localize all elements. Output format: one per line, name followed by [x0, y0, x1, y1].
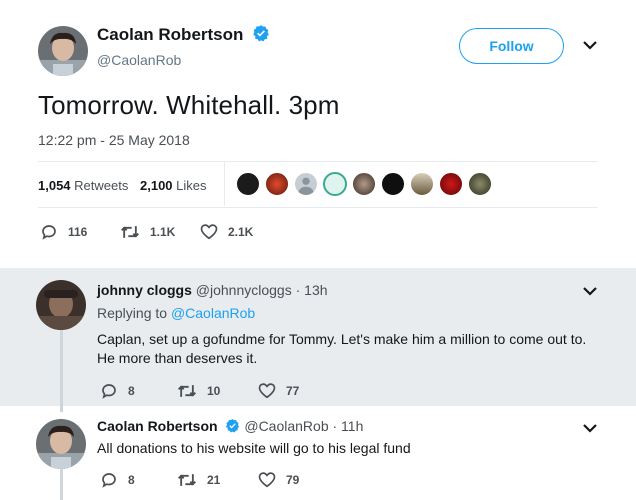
chevron-down-icon[interactable] [582, 286, 598, 296]
reply-avatar[interactable] [36, 280, 86, 330]
retweet-stat[interactable]: 1,054 Retweets [38, 178, 136, 193]
tweet-text: Tomorrow. Whitehall. 3pm [38, 90, 340, 120]
retweet-icon [121, 226, 139, 238]
reply-avatar[interactable] [36, 419, 86, 469]
thread-line [60, 330, 63, 412]
liker-avatar[interactable] [294, 172, 318, 196]
heart-icon [258, 472, 276, 488]
heart-icon [258, 383, 276, 399]
author-avatar[interactable] [38, 26, 88, 76]
reply-text: Caplan, set up a gofundme for Tommy. Let… [97, 331, 587, 347]
liker-avatar[interactable] [468, 172, 492, 196]
replying-to: Replying to @CaolanRob [97, 305, 256, 321]
like-action[interactable]: 2.1K [200, 223, 253, 240]
reply-icon [42, 225, 56, 240]
divider [38, 207, 598, 208]
reply-action[interactable]: 8 [100, 471, 135, 489]
reply-text: He more than deserves it. [97, 350, 258, 366]
verified-badge-icon [226, 418, 240, 433]
retweet-action[interactable]: 1.1K [120, 223, 175, 241]
verified-badge-icon [253, 25, 269, 42]
reply-icon [102, 384, 116, 399]
liker-avatar[interactable] [352, 172, 376, 196]
author-name[interactable]: Caolan Robertson [97, 24, 270, 45]
heart-icon [200, 224, 218, 240]
liker-avatar[interactable] [381, 172, 405, 196]
like-stat[interactable]: 2,100 Likes [140, 178, 215, 193]
liker-avatar[interactable] [323, 172, 347, 196]
reply-text: All donations to his website will go to … [97, 440, 411, 456]
reply-author[interactable]: johnny cloggs @johnnycloggs · 13h [97, 282, 328, 298]
liker-avatar[interactable] [439, 172, 463, 196]
chevron-down-icon[interactable] [582, 423, 598, 433]
divider [224, 162, 225, 206]
like-action[interactable]: 77 [258, 382, 299, 399]
thread-line [60, 464, 63, 500]
reply-action[interactable]: 8 [100, 382, 135, 400]
like-action[interactable]: 79 [258, 471, 299, 488]
retweet-action[interactable]: 21 [177, 471, 220, 489]
liker-avatar[interactable] [410, 172, 434, 196]
liker-avatar[interactable] [265, 172, 289, 196]
divider [38, 161, 598, 162]
retweet-icon [178, 474, 196, 486]
reply-action[interactable]: 116 [40, 223, 87, 241]
author-handle[interactable]: @CaolanRob [97, 52, 181, 68]
liker-avatar[interactable] [236, 172, 260, 196]
tweet-timestamp[interactable]: 12:22 pm - 25 May 2018 [38, 132, 190, 148]
retweet-action[interactable]: 10 [177, 382, 220, 400]
retweet-icon [178, 385, 196, 397]
chevron-down-icon[interactable] [582, 40, 598, 50]
follow-button[interactable]: Follow [459, 28, 564, 64]
replying-to-link[interactable]: @CaolanRob [171, 305, 255, 321]
tweet-stats: 1,054 Retweets 2,100 Likes [38, 178, 215, 193]
reply-author[interactable]: Caolan Robertson @CaolanRob · 11h [97, 418, 363, 434]
reply-icon [102, 473, 116, 488]
